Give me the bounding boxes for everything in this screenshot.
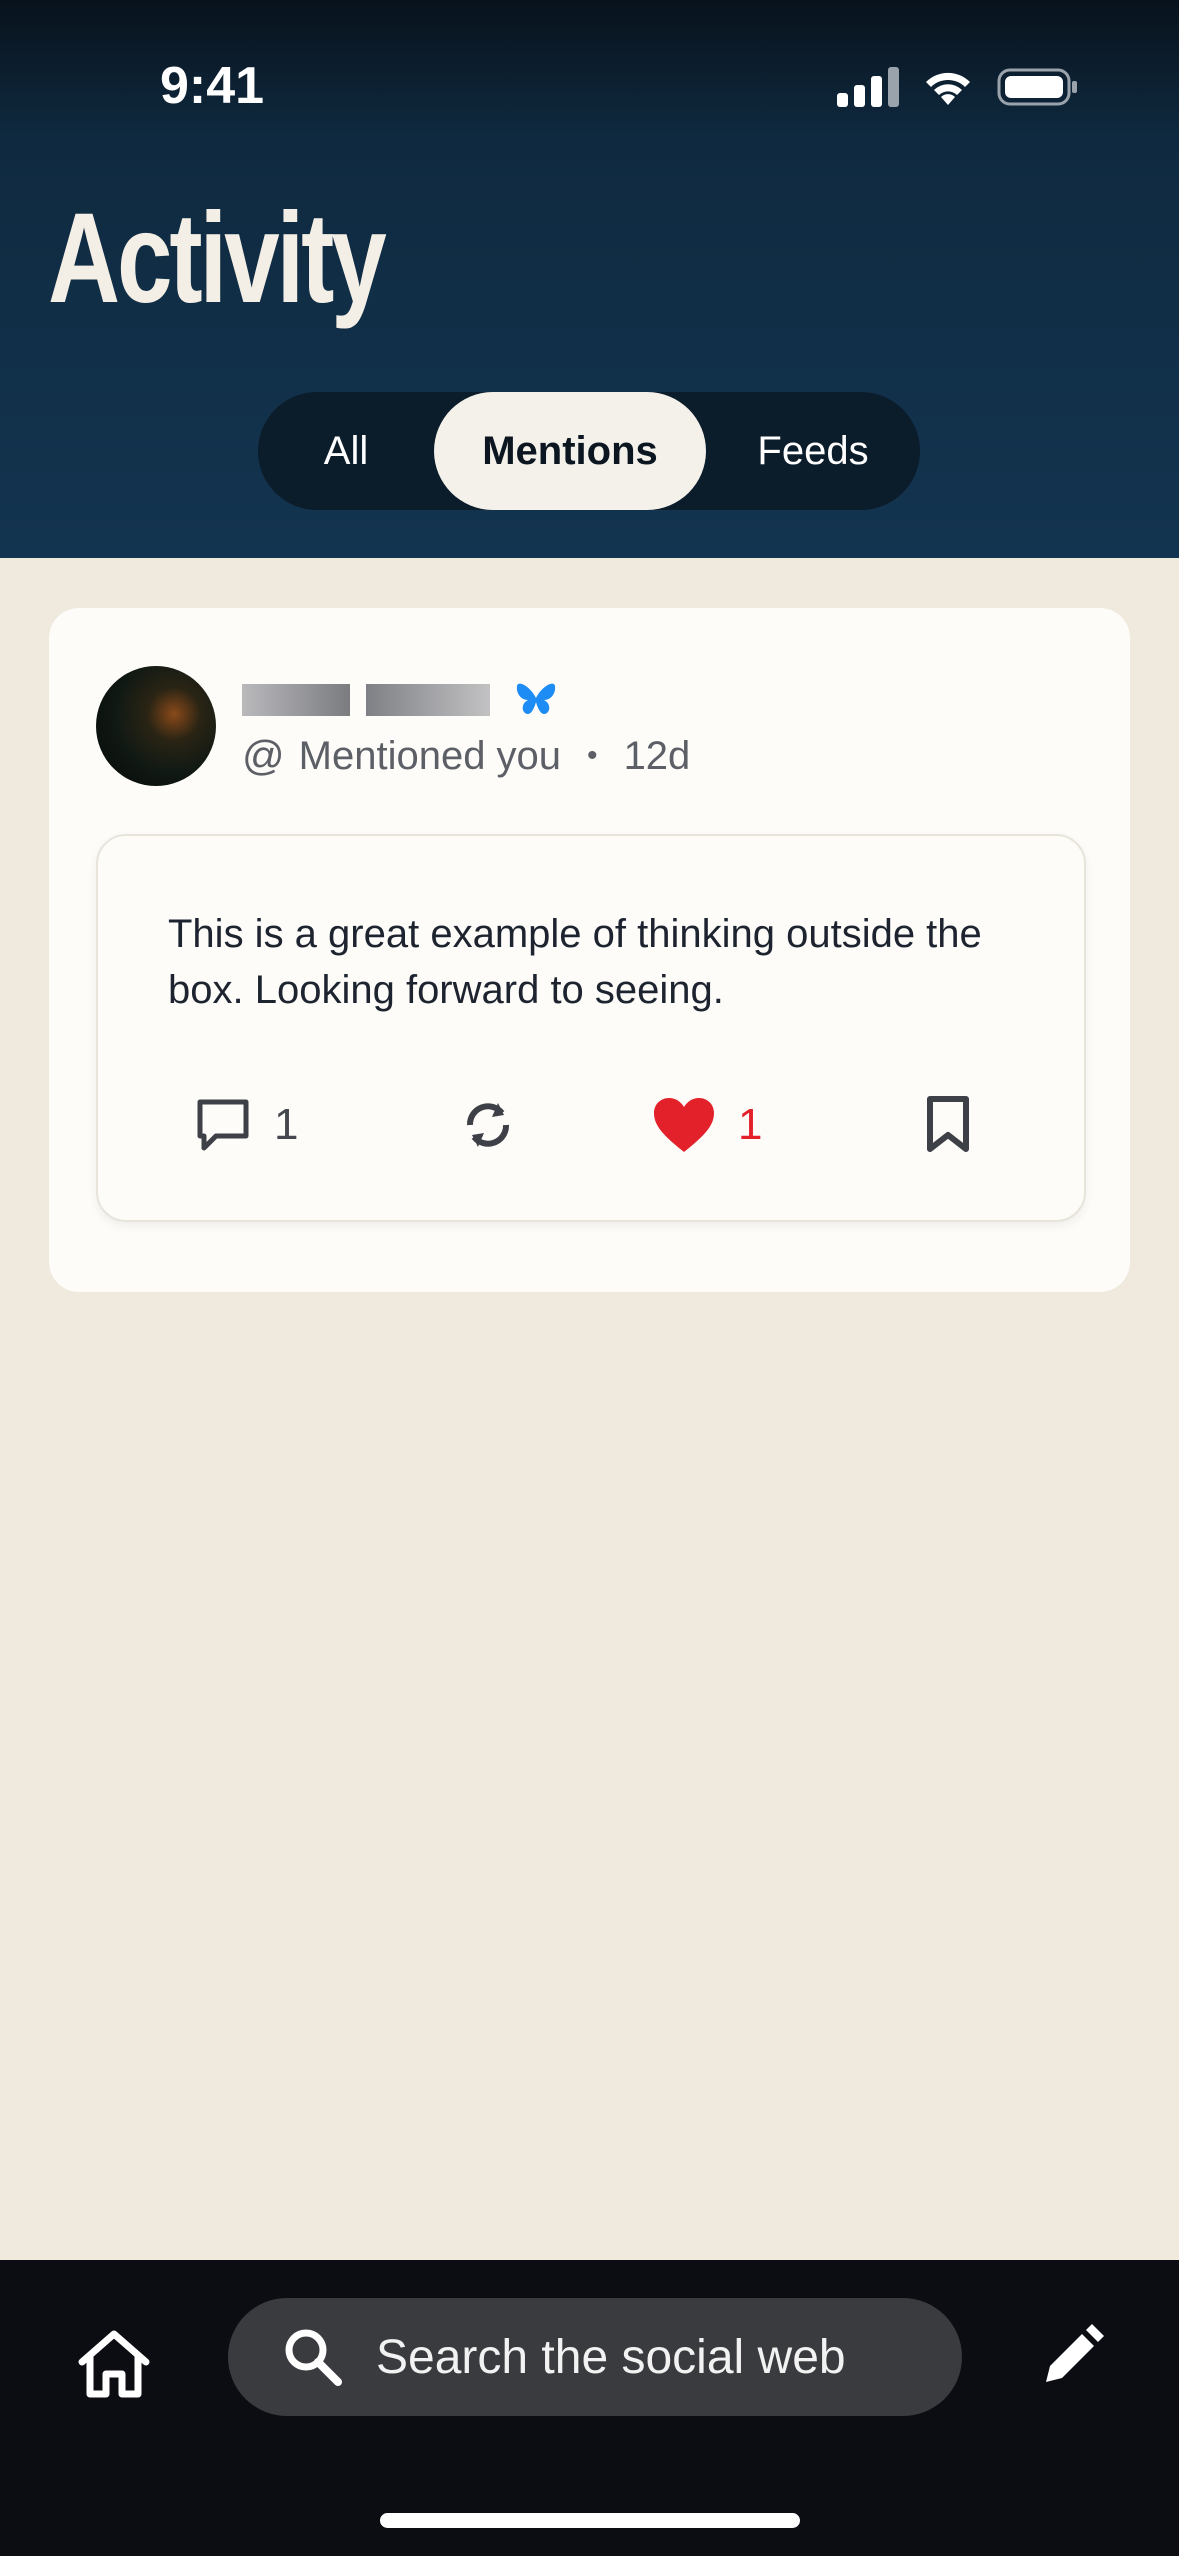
like-button[interactable]: 1 [652, 1090, 762, 1160]
search-input[interactable]: Search the social web [228, 2298, 962, 2416]
redacted-handle [366, 684, 490, 716]
tab-all[interactable]: All [258, 392, 434, 510]
post-text: This is a great example of thinking outs… [168, 912, 982, 1012]
repost-button[interactable] [458, 1090, 518, 1160]
post-card[interactable] [96, 834, 1086, 1222]
separator-dot: • [587, 739, 598, 772]
at-icon: @ [242, 732, 285, 779]
repost-icon [467, 1103, 509, 1147]
cellular-signal-icon [837, 67, 899, 107]
header: 9:41 Activity All Mentions Feeds [0, 0, 1179, 558]
page-title: Activity [48, 187, 387, 330]
reply-button[interactable]: 1 [194, 1090, 298, 1160]
like-count: 1 [738, 1100, 763, 1149]
notification-age: 12d [623, 733, 691, 778]
butterfly-icon [516, 683, 556, 714]
home-indicator [380, 2513, 800, 2528]
search-icon [285, 2329, 342, 2386]
tab-feeds[interactable]: Feeds [706, 392, 920, 510]
notification-meta: @ Mentioned you • 12d [242, 728, 690, 784]
search-placeholder: Search the social web [376, 2330, 846, 2384]
status-time: 9:41 [160, 57, 265, 115]
battery-icon [997, 68, 1077, 106]
avatar[interactable] [96, 666, 216, 786]
pencil-icon[interactable] [1036, 2322, 1106, 2392]
tab-switcher: All Mentions Feeds [258, 392, 920, 510]
heart-icon [654, 1098, 714, 1152]
home-icon[interactable] [76, 2326, 152, 2402]
status-icons [837, 62, 1079, 112]
wifi-icon [926, 72, 970, 105]
bookmark-button[interactable] [924, 1090, 972, 1160]
tab-mentions[interactable]: Mentions [434, 392, 706, 510]
reply-count: 1 [274, 1100, 299, 1149]
comment-icon [197, 1099, 249, 1151]
notification-type: Mentioned you [298, 733, 562, 778]
redacted-display-name [242, 684, 350, 716]
bookmark-icon [927, 1096, 969, 1152]
